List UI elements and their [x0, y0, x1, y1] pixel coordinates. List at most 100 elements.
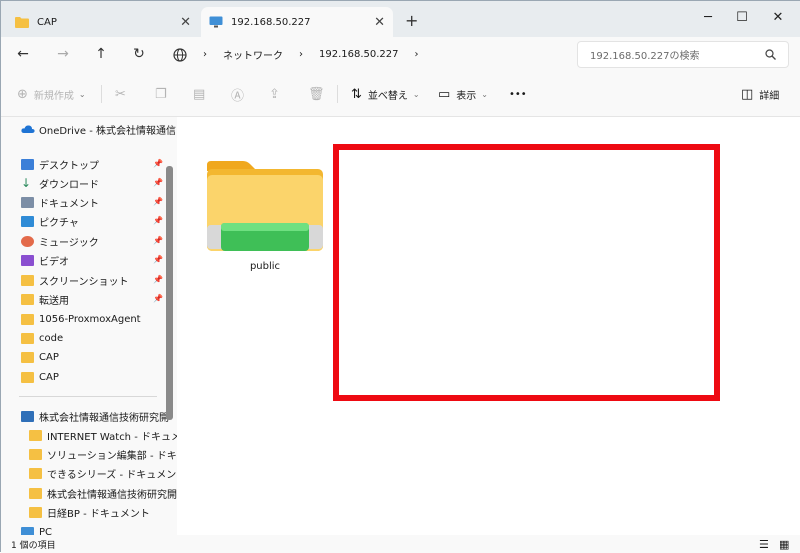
breadcrumb-host[interactable]: 192.168.50.227: [319, 49, 399, 60]
cloud-icon: [21, 125, 35, 133]
sort-button[interactable]: ⇅ 並べ替え ⌄: [351, 84, 420, 104]
details-view-icon[interactable]: ☰: [759, 538, 769, 551]
sidebar-item-dekiru[interactable]: できるシリーズ - ドキュメント: [29, 464, 177, 482]
tiles-view-icon[interactable]: ▦: [779, 538, 789, 551]
pin-icon[interactable]: 📌: [153, 294, 163, 303]
scissors-icon: ✂: [115, 86, 126, 102]
pc-icon: [21, 526, 34, 535]
tab-bar: CAP ✕ 192.168.50.227 ✕ + ─ ☐ ✕: [1, 1, 800, 37]
delete-button[interactable]: 🗑: [308, 84, 331, 104]
breadcrumb-network[interactable]: ネットワーク: [223, 47, 283, 62]
sidebar-item-onedrive[interactable]: OneDrive - 株式会社情報通信: [21, 120, 176, 138]
sidebar-item-pictures[interactable]: ピクチャ: [21, 212, 79, 230]
new-tab-button[interactable]: +: [405, 11, 418, 30]
sidebar-item-label: 転送用: [39, 295, 69, 307]
file-list: public: [177, 117, 800, 535]
network-folder-icon: [207, 161, 323, 251]
address-bar[interactable]: › ネットワーク › 192.168.50.227 ›: [161, 41, 571, 68]
chevron-down-icon: ⌄: [78, 89, 86, 99]
close-tab-icon[interactable]: ✕: [374, 15, 385, 30]
breadcrumb-separator[interactable]: ›: [415, 49, 419, 60]
plus-circle-icon: ⊕: [17, 86, 28, 102]
sidebar-item-music[interactable]: ミュージック: [21, 232, 99, 250]
folder-icon: [21, 371, 34, 383]
network-share-folder[interactable]: public: [203, 139, 327, 279]
search-placeholder: 192.168.50.227の検索: [590, 51, 700, 62]
sidebar-item-label: 日経BP - ドキュメント: [47, 508, 150, 520]
sidebar-item-pc[interactable]: PC: [21, 523, 52, 535]
sidebar-scrollbar[interactable]: [166, 166, 173, 420]
pin-icon[interactable]: 📌: [153, 197, 163, 206]
sidebar-item-label: ソリューション編集部 - ドキュメン: [47, 450, 177, 462]
search-input[interactable]: 192.168.50.227の検索: [577, 41, 789, 68]
download-arrow-icon: ↓: [21, 175, 32, 190]
video-icon: [21, 254, 34, 266]
sidebar-item-cap[interactable]: CAP: [21, 348, 59, 366]
sidebar-item-label: PC: [39, 526, 53, 536]
music-icon: [21, 235, 34, 247]
rename-button[interactable]: Ⓐ: [231, 84, 250, 104]
copy-icon: ❐: [155, 86, 167, 102]
pin-icon[interactable]: 📌: [153, 255, 163, 264]
details-pane-icon: ◫: [741, 86, 754, 102]
sidebar-item-nikkei[interactable]: 日経BP - ドキュメント: [29, 503, 150, 521]
up-arrow-icon[interactable]: ↑: [89, 43, 113, 65]
maximize-button[interactable]: ☐: [727, 5, 757, 29]
folder-icon: [15, 17, 29, 28]
pin-icon[interactable]: 📌: [153, 236, 163, 245]
details-button[interactable]: ◫ 詳細: [741, 84, 779, 104]
paste-button[interactable]: ▤: [193, 84, 211, 104]
pin-icon[interactable]: 📌: [153, 159, 163, 168]
pin-icon[interactable]: 📌: [153, 275, 163, 284]
pin-icon[interactable]: 📌: [153, 178, 163, 187]
sidebar-item-label: デスクトップ: [39, 160, 99, 172]
tab-network-host[interactable]: 192.168.50.227 ✕: [201, 7, 393, 37]
details-label: 詳細: [759, 90, 780, 102]
folder-icon: [21, 313, 34, 325]
building-icon: [21, 410, 34, 422]
sidebar-item-label: OneDrive - 株式会社情報通信: [39, 125, 176, 137]
minimize-button[interactable]: ─: [693, 5, 723, 29]
chevron-down-icon: ⌄: [412, 89, 420, 99]
sidebar-item-label: INTERNET Watch - ドキュメント: [47, 431, 177, 443]
breadcrumb-separator: ›: [299, 49, 303, 60]
sidebar-item-internet-watch[interactable]: INTERNET Watch - ドキュメント: [29, 426, 177, 444]
divider: [19, 396, 157, 397]
sidebar-item-solution[interactable]: ソリューション編集部 - ドキュメン: [29, 445, 177, 463]
sidebar-item-downloads[interactable]: ↓ ダウンロード: [21, 174, 99, 192]
sidebar-item-proxmox[interactable]: 1056-ProxmoxAgent: [21, 310, 141, 328]
back-arrow-icon[interactable]: ←: [11, 43, 35, 65]
folder-icon: [29, 429, 42, 441]
folder-name: public: [249, 261, 281, 272]
sidebar-item-videos[interactable]: ビデオ: [21, 251, 69, 269]
cut-button[interactable]: ✂: [115, 84, 132, 104]
sidebar-item-transfer[interactable]: 転送用: [21, 290, 69, 308]
forward-arrow-icon[interactable]: →: [51, 43, 75, 65]
sidebar-item-label: 株式会社情報通信技術研究開: [39, 412, 169, 424]
close-window-button[interactable]: ✕: [763, 5, 793, 29]
copy-button[interactable]: ❐: [155, 84, 173, 104]
sidebar-item-documents[interactable]: ドキュメント: [21, 193, 99, 211]
sidebar-item-label: スクリーンショット: [39, 276, 129, 288]
sidebar-item-screenshots[interactable]: スクリーンショット: [21, 271, 129, 289]
close-tab-icon[interactable]: ✕: [180, 15, 191, 30]
folder-icon: [29, 467, 42, 479]
command-bar: ⊕ 新規作成 ⌄ ✂ ❐ ▤ Ⓐ ⇪ 🗑 ⇅ 並べ替え ⌄ ▭ 表示 ⌄ •••…: [1, 71, 800, 117]
sidebar-item-desktop[interactable]: デスクトップ: [21, 155, 99, 173]
view-button[interactable]: ▭ 表示 ⌄: [438, 84, 488, 104]
refresh-icon[interactable]: ↻: [127, 43, 151, 65]
new-button[interactable]: ⊕ 新規作成 ⌄: [17, 84, 86, 104]
sidebar-item-company[interactable]: 株式会社情報通信技術研究開: [21, 407, 169, 425]
folder-icon: [21, 293, 34, 305]
tab-cap[interactable]: CAP ✕: [7, 7, 199, 37]
share-button[interactable]: ⇪: [269, 84, 286, 104]
share-icon: ⇪: [269, 86, 280, 102]
more-options-button[interactable]: •••: [509, 84, 527, 104]
view-label: 表示: [456, 90, 477, 102]
pin-icon[interactable]: 📌: [153, 216, 163, 225]
sidebar-item-company-docs[interactable]: 株式会社情報通信技術研究開: [29, 484, 177, 502]
navigation-bar: ← → ↑ ↻ › ネットワーク › 192.168.50.227 › 192.…: [1, 37, 800, 71]
desktop-icon: [21, 158, 34, 170]
sidebar-item-cap[interactable]: CAP: [21, 368, 59, 386]
sidebar-item-code[interactable]: code: [21, 329, 63, 347]
